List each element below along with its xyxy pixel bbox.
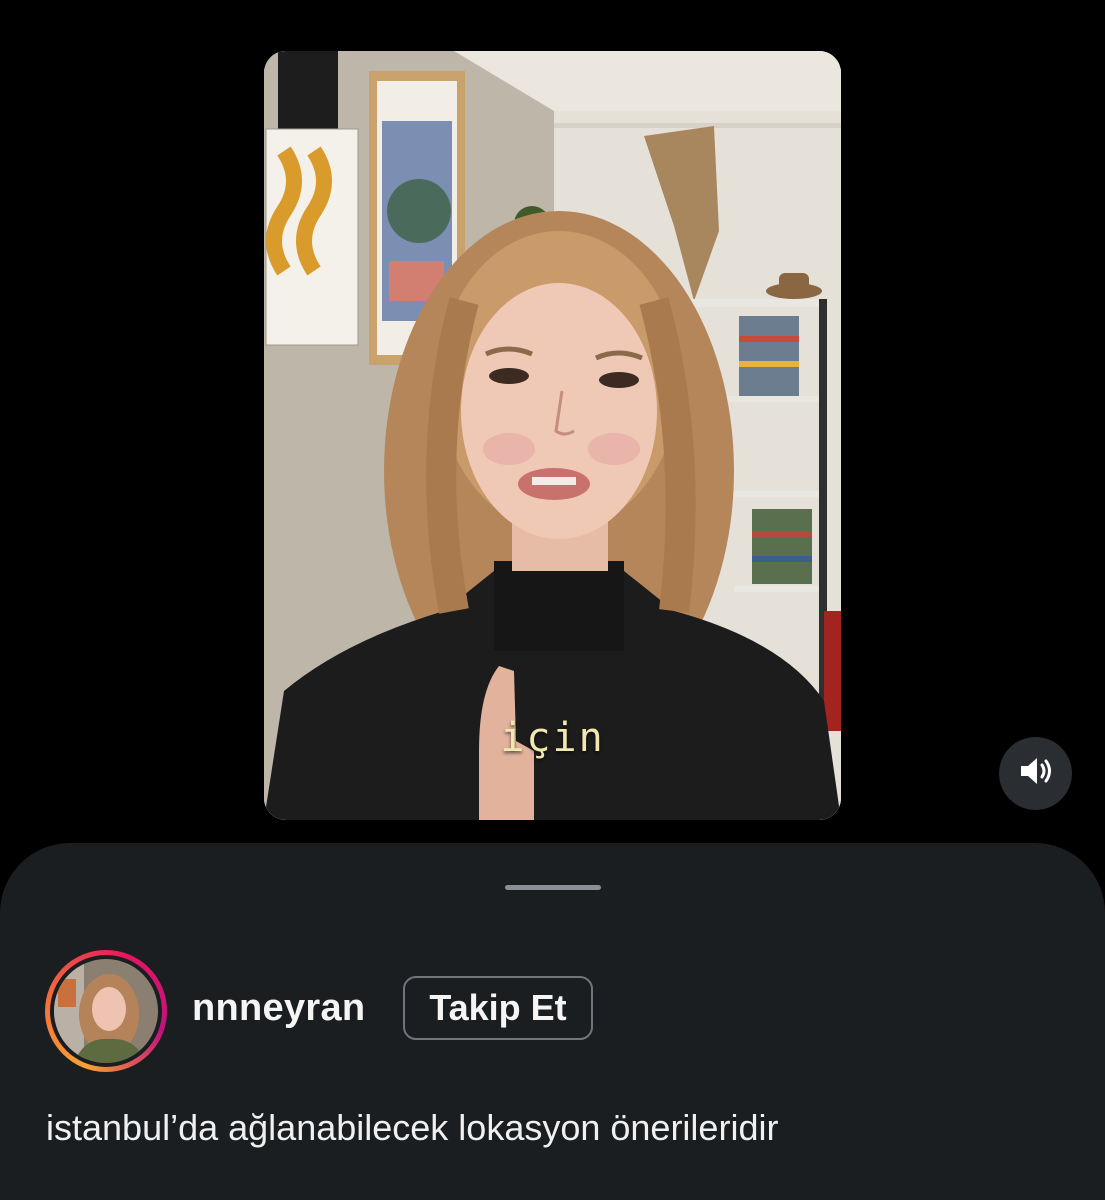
video-player[interactable]: için [264, 51, 841, 820]
speaker-wave-icon [1018, 755, 1054, 792]
reel-screen: için nnneyran Takip Et istanbul’da ağlan… [0, 0, 1105, 1200]
sound-toggle-button[interactable] [999, 737, 1072, 810]
profile-photo [54, 959, 158, 1063]
avatar[interactable] [45, 950, 167, 1072]
video-frame [264, 51, 841, 820]
post-description: istanbul’da ağlanabilecek lokasyon öneri… [46, 1107, 779, 1148]
video-caption: için [500, 715, 605, 761]
sheet-drag-handle[interactable] [505, 885, 601, 890]
post-info-sheet: nnneyran Takip Et istanbul’da ağlanabile… [0, 843, 1105, 1200]
username[interactable]: nnneyran [192, 987, 365, 1030]
follow-button[interactable]: Takip Et [403, 976, 593, 1040]
